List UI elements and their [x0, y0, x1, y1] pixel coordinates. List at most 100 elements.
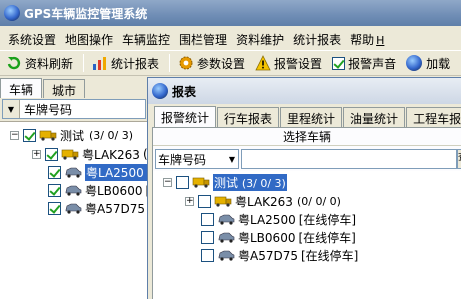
expand-icon[interactable]: + — [32, 149, 41, 159]
refresh-button[interactable]: 资料刷新 — [6, 55, 73, 72]
menu-vehicle-monitor[interactable]: 车辆监控 — [122, 31, 170, 48]
chevron-down-icon[interactable]: ▼ — [226, 150, 238, 168]
vehicle-checkbox[interactable] — [201, 248, 214, 262]
group-name: 测试 — [214, 175, 239, 190]
tab-city[interactable]: 城市 — [43, 79, 86, 98]
refresh-icon — [7, 56, 21, 70]
menu-map-ops[interactable]: 地图操作 — [65, 31, 113, 48]
app-globe-icon — [152, 83, 168, 99]
load-button[interactable]: 加载 — [406, 55, 450, 72]
alarm-settings-button[interactable]: 报警设置 — [255, 55, 322, 72]
vehicle-checkbox[interactable] — [48, 183, 61, 197]
tab-driving-report[interactable]: 行车报表 — [217, 107, 280, 127]
car-icon — [218, 232, 235, 243]
dialog-vehicle-tree: − 测试 (3/ 0/ 3) + 粤LAK263 (0/ 0/ 0) 粤LA25… — [153, 171, 461, 299]
vehicle-checkbox[interactable] — [198, 194, 211, 208]
vehicle-plate: 粤A57D75 — [85, 201, 145, 216]
load-label: 加载 — [426, 56, 451, 71]
vehicle-status: [在线停车] — [301, 248, 359, 263]
car-icon — [65, 203, 82, 214]
app-title: GPS车辆监控管理系统 — [24, 6, 148, 21]
plate-search-input[interactable] — [241, 149, 457, 169]
tree-vehicle-row[interactable]: 粤A57D75 [在线停车] — [201, 246, 358, 264]
collapse-icon[interactable]: − — [163, 177, 172, 187]
menu-data-maintain[interactable]: 资料维护 — [236, 31, 284, 48]
warning-icon — [255, 55, 271, 71]
dialog-title: 报表 — [172, 84, 197, 99]
vehicle-checkbox[interactable] — [48, 165, 61, 179]
vehicle-plate: 粤LA2500 — [238, 212, 296, 227]
menu-system-settings[interactable]: 系统设置 — [8, 31, 56, 48]
vehicle-plate: 粤LAK263 — [82, 147, 140, 162]
vehicle-checkbox[interactable] — [48, 201, 61, 215]
tab-fuel-stats[interactable]: 油量统计 — [343, 107, 406, 127]
stats-report-label: 统计报表 — [111, 56, 160, 71]
tree-group-row[interactable]: − 测试 (3/ 0/ 3) — [10, 126, 133, 144]
stats-report-button[interactable]: 统计报表 — [92, 55, 159, 72]
select-vehicle-header: 选择车辆 — [153, 128, 461, 146]
dialog-plate-select[interactable]: 车牌号码 ▼ — [155, 149, 239, 169]
tree-vehicle-row[interactable]: 粤LB0600 [在线停车] — [201, 228, 356, 246]
left-plate-select[interactable]: ▼ 车牌号码 — [2, 99, 146, 119]
menu-fence-manage[interactable]: 围栏管理 — [179, 31, 227, 48]
truck-icon — [192, 177, 210, 188]
report-dialog: 报表 报警统计 行车报表 里程统计 油量统计 工程车报表 选择车辆 车牌号码 ▼… — [147, 77, 461, 299]
car-icon — [218, 214, 235, 225]
toolbar-separator — [169, 54, 171, 72]
toolbar-separator — [83, 54, 85, 72]
vehicle-status: (0/ 0/ 0) — [296, 194, 341, 208]
vehicle-checkbox[interactable] — [201, 230, 214, 244]
left-plate-select-value: 车牌号码 — [24, 102, 73, 117]
tree-group-row[interactable]: − 测试 (3/ 0/ 3) — [163, 173, 287, 191]
stats-icon — [93, 57, 107, 70]
vehicle-plate: 粤LB0600 — [85, 183, 143, 198]
truck-icon — [214, 196, 232, 207]
truck-icon — [61, 149, 79, 160]
collapse-icon[interactable]: − — [10, 130, 19, 140]
main-toolbar: 资料刷新 统计报表 参数设置 报警设置 报警声音 加载 — [0, 50, 461, 76]
dialog-titlebar[interactable]: 报表 — [148, 78, 461, 104]
menu-stat-reports[interactable]: 统计报表 — [293, 31, 341, 48]
alarm-settings-label: 报警设置 — [274, 56, 323, 71]
menu-help-shortcut: H — [376, 33, 385, 47]
left-vehicle-tree: − 测试 (3/ 0/ 3) + 粤LAK263 (0 粤LA2500 [在 — [0, 121, 166, 299]
alarm-sound-label: 报警声音 — [348, 56, 397, 71]
main-titlebar: GPS车辆监控管理系统 — [0, 0, 461, 26]
group-checkbox[interactable] — [23, 128, 36, 142]
chevron-down-icon[interactable]: ▼ — [3, 100, 20, 118]
tree-vehicle-row[interactable]: 粤LB0600 [在 — [48, 181, 162, 199]
tab-mileage-stats[interactable]: 里程统计 — [280, 107, 343, 127]
params-settings-button[interactable]: 参数设置 — [178, 55, 245, 72]
group-count: (3/ 0/ 3) — [89, 128, 133, 142]
gear-icon — [179, 56, 193, 70]
car-icon — [65, 185, 82, 196]
vehicle-plate: 粤A57D75 — [238, 248, 298, 263]
alarm-sound-checkbox[interactable] — [332, 56, 346, 70]
params-settings-label: 参数设置 — [197, 56, 246, 71]
alarm-sound-toggle[interactable]: 报警声音 — [332, 55, 396, 72]
group-label-selected: 测试 (3/ 0/ 3) — [213, 173, 287, 191]
search-button[interactable]: 查 — [457, 149, 461, 169]
load-globe-icon — [406, 55, 423, 71]
tree-vehicle-row[interactable]: + 粤LAK263 (0 — [32, 145, 155, 163]
app-globe-icon — [4, 5, 20, 21]
menu-bar: 系统设置 地图操作 车辆监控 围栏管理 资料维护 统计报表 帮助 H — [0, 28, 461, 50]
vehicle-plate: 粤LA2500 — [86, 165, 144, 180]
tab-engineering-report[interactable]: 工程车报表 — [406, 107, 461, 127]
group-checkbox[interactable] — [176, 175, 189, 189]
left-panel-tabs: 车辆 城市 — [0, 78, 86, 98]
tree-vehicle-row[interactable]: 粤LA2500 [在线停车] — [201, 210, 356, 228]
expand-icon[interactable]: + — [185, 196, 194, 206]
car-icon — [65, 167, 82, 178]
menu-help[interactable]: 帮助 H — [350, 31, 384, 48]
tab-alarm-stats[interactable]: 报警统计 — [154, 106, 217, 127]
vehicle-plate: 粤LAK263 — [235, 194, 293, 209]
car-icon — [218, 250, 235, 261]
vehicle-checkbox[interactable] — [201, 212, 214, 226]
dialog-plate-select-value: 车牌号码 — [158, 152, 207, 167]
vehicle-checkbox[interactable] — [45, 147, 58, 161]
tab-vehicles[interactable]: 车辆 — [0, 78, 43, 98]
tree-vehicle-row[interactable]: + 粤LAK263 (0/ 0/ 0) — [185, 192, 341, 210]
report-tabs: 报警统计 行车报表 里程统计 油量统计 工程车报表 — [154, 106, 461, 127]
vehicle-plate: 粤LB0600 — [238, 230, 296, 245]
